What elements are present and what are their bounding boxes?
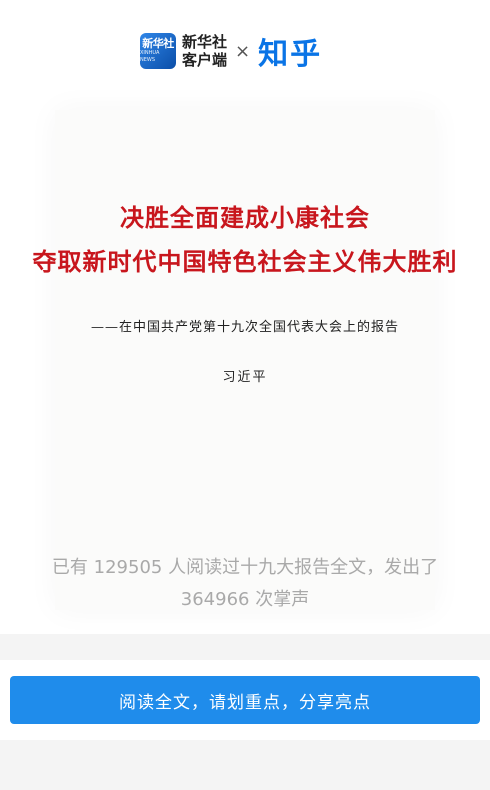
- bottom-bar: 阅读全文，请划重点，分享亮点: [0, 660, 490, 740]
- header: 新华社 XINHUA NEWS 新华社 客户端 × 知乎: [0, 0, 490, 86]
- times-icon: ×: [235, 40, 251, 62]
- xinhua-name: 新华社 客户端: [182, 33, 227, 69]
- report-cover: [55, 110, 435, 610]
- xinhua-logo-icon: 新华社 XINHUA NEWS: [140, 33, 176, 69]
- xinhua-logo-sub: XINHUA NEWS: [140, 50, 160, 63]
- read-stats-line2: 364966 次掌声: [180, 589, 310, 610]
- xinhua-name-line2: 客户端: [182, 51, 228, 69]
- report-title-line1: 决胜全面建成小康社会: [120, 203, 370, 232]
- report-title-line2: 夺取新时代中国特色社会主义伟大胜利: [32, 247, 458, 276]
- report-card: 决胜全面建成小康社会 夺取新时代中国特色社会主义伟大胜利 ——在中国共产党第十九…: [0, 86, 490, 634]
- zhihu-logo: 知乎: [258, 37, 323, 72]
- brand-lockup: 新华社 XINHUA NEWS 新华社 客户端 × 知乎: [140, 30, 322, 72]
- read-stats-line1: 已有 129505 人阅读过十九大报告全文，发出了: [51, 557, 439, 578]
- report-author: 习近平: [222, 370, 268, 385]
- read-stats: 已有 129505 人阅读过十九大报告全文，发出了 364966 次掌声: [20, 552, 470, 616]
- report-subtitle: ——在中国共产党第十九次全国代表大会上的报告: [90, 320, 399, 335]
- read-full-text-button[interactable]: 阅读全文，请划重点，分享亮点: [10, 676, 480, 724]
- xinhua-name-line1: 新华社: [182, 33, 228, 51]
- xinhua-logo-text: 新华社: [142, 37, 174, 50]
